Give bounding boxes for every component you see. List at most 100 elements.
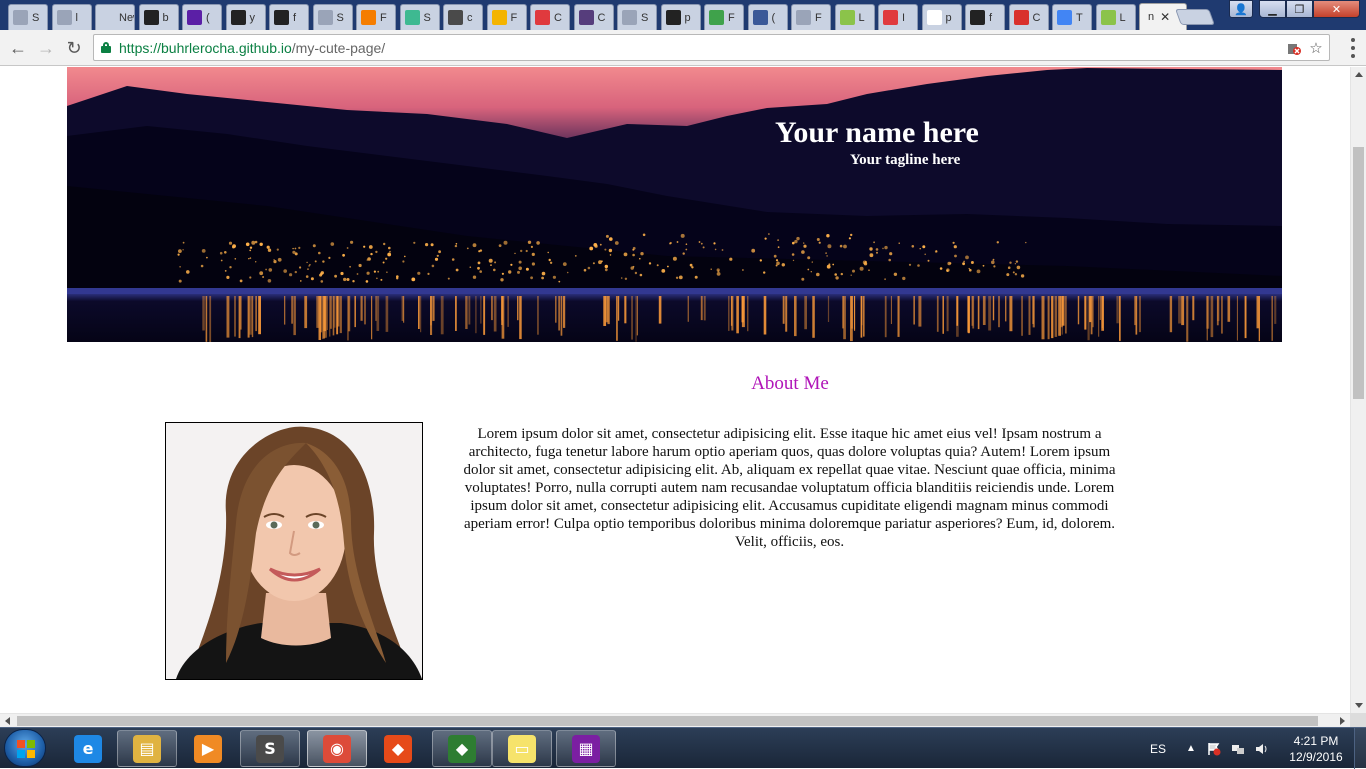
reload-button[interactable]: ↻ <box>62 36 86 60</box>
url-text[interactable]: https://buhrlerocha.github.io/my-cute-pa… <box>119 40 385 56</box>
about-me-paragraph: Lorem ipsum dolor sit amet, consectetur … <box>463 426 1116 550</box>
forward-button[interactable]: → <box>34 36 58 60</box>
vertical-scroll-thumb[interactable] <box>1353 147 1364 399</box>
browser-tab[interactable]: ( <box>182 4 222 30</box>
tab-title: C <box>1032 11 1041 24</box>
tab-title: ( <box>206 11 210 24</box>
browser-tab[interactable]: F <box>704 4 744 30</box>
tab-title: C <box>597 11 606 24</box>
tab-title: F <box>380 11 387 24</box>
page-viewport: Your name here Your tagline here About M… <box>0 67 1350 713</box>
vertical-scrollbar[interactable] <box>1350 67 1366 713</box>
browser-tab[interactable]: F <box>791 4 831 30</box>
tab-title: C <box>554 11 562 24</box>
minimize-button[interactable]: ▁ <box>1259 0 1286 18</box>
page-icon <box>622 10 637 25</box>
browser-tab[interactable]: T <box>1052 4 1092 30</box>
taskbar-button[interactable]: S <box>240 730 300 767</box>
maximize-button[interactable]: ❐ <box>1286 0 1313 18</box>
taskbar-button[interactable]: ◉ <box>307 730 367 767</box>
close-window-button[interactable]: ✕ <box>1313 0 1360 18</box>
address-bar[interactable]: https://buhrlerocha.github.io/my-cute-pa… <box>93 34 1330 61</box>
tab-title: f <box>989 11 993 24</box>
browser-tab[interactable]: c <box>443 4 483 30</box>
tab-title: F <box>728 11 735 24</box>
browser-tab[interactable]: p <box>660 4 701 30</box>
sticky-notes-icon: ▭ <box>508 734 536 763</box>
taskbar-button[interactable]: ▤ <box>117 730 177 767</box>
browser-tab[interactable]: b <box>138 4 179 30</box>
scroll-up-arrow-icon[interactable] <box>1355 72 1363 77</box>
browser-tab[interactable]: y <box>225 4 266 30</box>
browser-tab[interactable]: F <box>486 4 527 30</box>
m-icon <box>883 10 898 25</box>
show-hidden-icons-chevron-icon[interactable]: ▲ <box>1186 743 1196 754</box>
browser-tab[interactable]: New <box>95 4 135 30</box>
page-icon <box>796 10 811 25</box>
browser-tab[interactable]: C <box>530 4 570 30</box>
back-button[interactable]: ← <box>6 36 30 60</box>
user-profile-button[interactable]: 👤 <box>1229 0 1253 18</box>
taskbar-button[interactable]: ▶ <box>178 730 238 767</box>
secure-lock-icon[interactable] <box>101 42 111 53</box>
browser-tab[interactable]: L <box>834 4 875 30</box>
volume-icon[interactable] <box>1254 741 1270 757</box>
yahoo-mail-icon <box>187 10 202 25</box>
network-icon[interactable] <box>1230 741 1246 757</box>
tab-title: p <box>684 11 691 24</box>
horizontal-scroll-thumb[interactable] <box>17 716 1318 726</box>
page-icon <box>317 10 333 25</box>
url-path: /my-cute-page/ <box>291 40 386 56</box>
hashtag-icon <box>448 10 463 25</box>
close-tab-icon[interactable]: ✕ <box>1160 10 1170 24</box>
e-icon <box>1100 10 1116 25</box>
bookmark-star-icon[interactable]: ☆ <box>1307 39 1325 57</box>
chrome-menu-button[interactable] <box>1348 38 1358 58</box>
about-me-heading: About Me <box>751 373 829 394</box>
tab-title: p <box>945 11 952 24</box>
clock-time: 4:21 PM <box>1293 734 1339 748</box>
m-icon <box>535 10 550 25</box>
taskbar-button[interactable]: e <box>58 730 118 767</box>
browser-tab[interactable]: S <box>312 4 353 30</box>
browser-tab[interactable]: S <box>8 4 48 30</box>
tab-title: S <box>641 11 649 24</box>
tab-title: ( <box>771 11 776 24</box>
flag-icon <box>970 10 985 25</box>
page-icon <box>13 10 28 25</box>
browser-tab[interactable]: p <box>921 4 962 30</box>
browser-tab[interactable]: l <box>51 4 92 30</box>
scroll-down-arrow-icon[interactable] <box>1355 703 1363 708</box>
tab-title: f <box>293 11 297 24</box>
browser-tab[interactable]: ( <box>747 4 788 30</box>
browser-tab[interactable]: f <box>965 4 1005 30</box>
horizontal-scrollbar[interactable] <box>0 713 1350 727</box>
hero-tagline: Your tagline here <box>850 152 961 168</box>
browser-tab[interactable]: I <box>878 4 918 30</box>
page-icon <box>56 10 72 25</box>
system-clock[interactable]: 4:21 PM 12/9/2016 <box>1284 733 1348 765</box>
browser-tab[interactable]: C <box>1008 4 1049 30</box>
tab-title: l <box>75 11 78 24</box>
blocked-content-icon[interactable] <box>1285 39 1303 57</box>
night-lake-landscape-image <box>67 67 1282 342</box>
taskbar-button[interactable]: ▦ <box>556 730 616 767</box>
flag-icon <box>274 10 289 25</box>
browser-tab[interactable]: S <box>617 4 657 30</box>
scroll-left-arrow-icon[interactable] <box>5 717 10 725</box>
browser-tab[interactable]: F <box>356 4 396 30</box>
browser-tab[interactable]: C <box>573 4 614 30</box>
tab-title: F <box>815 11 822 24</box>
taskbar-button[interactable]: ◆ <box>432 730 492 767</box>
start-button[interactable] <box>4 729 46 767</box>
taskbar-button[interactable]: ◆ <box>368 730 428 767</box>
scroll-right-arrow-icon[interactable] <box>1340 717 1345 725</box>
browser-tab[interactable]: L <box>1095 4 1136 30</box>
browser-tab[interactable]: S <box>399 4 440 30</box>
new-tab-button[interactable] <box>1175 9 1215 25</box>
show-desktop-button[interactable] <box>1354 728 1366 769</box>
browser-tab[interactable]: f <box>269 4 309 30</box>
taskbar-button[interactable]: ▭ <box>492 730 552 767</box>
action-center-flag-icon[interactable] <box>1206 741 1222 757</box>
language-indicator[interactable]: ES <box>1150 742 1166 756</box>
